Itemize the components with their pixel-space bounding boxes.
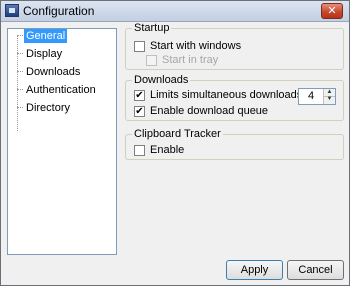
settings-tree: General Display Downloads Authentication… [7, 28, 117, 255]
tree-item-display[interactable]: Display [24, 47, 64, 61]
tree-connector [17, 71, 23, 72]
clipboard-tracker-group-title: Clipboard Tracker [132, 128, 223, 140]
tree-connector [17, 35, 23, 36]
cancel-button[interactable]: Cancel [287, 260, 344, 280]
clipboard-enable-label[interactable]: Enable [150, 144, 184, 156]
tree-connector [17, 35, 18, 131]
spinner-buttons: ▲ ▼ [323, 89, 335, 104]
download-queue-label[interactable]: Enable download queue [150, 105, 268, 117]
spinner-value[interactable]: 4 [308, 90, 314, 102]
apply-button[interactable]: Apply [226, 260, 283, 280]
close-button[interactable]: ✕ [321, 3, 343, 19]
clipboard-enable-checkbox[interactable] [134, 145, 145, 156]
start-in-tray-label: Start in tray [162, 54, 219, 66]
start-with-windows-label[interactable]: Start with windows [150, 40, 241, 52]
clipboard-tracker-group: Clipboard Tracker Enable [125, 128, 344, 160]
tree-item-downloads[interactable]: Downloads [24, 65, 82, 79]
tree-item-general[interactable]: General [24, 29, 68, 43]
tree-connector [17, 53, 23, 54]
simultaneous-downloads-spinner[interactable]: 4 ▲ ▼ [298, 88, 336, 105]
title-bar[interactable]: Configuration ✕ [1, 1, 349, 22]
configuration-window: Configuration ✕ General Display Download… [0, 0, 350, 286]
tree-connector [17, 89, 23, 90]
start-in-tray-checkbox [146, 55, 157, 66]
startup-group-title: Startup [132, 22, 172, 34]
start-with-windows-checkbox[interactable] [134, 41, 145, 52]
download-queue-checkbox[interactable]: ✔ [134, 106, 145, 117]
downloads-group-title: Downloads [132, 74, 191, 86]
limit-downloads-checkbox[interactable]: ✔ [134, 90, 145, 101]
window-title: Configuration [23, 4, 95, 18]
tree-connector [17, 107, 23, 108]
app-icon [5, 4, 19, 17]
startup-group: Startup Start with windows Start in tray [125, 22, 344, 70]
spinner-down-arrow-icon[interactable]: ▼ [324, 96, 335, 103]
tree-item-directory[interactable]: Directory [24, 101, 72, 115]
tree-item-authentication[interactable]: Authentication [24, 83, 98, 97]
limit-downloads-label[interactable]: Limits simultaneous downloads [150, 89, 302, 101]
downloads-group: Downloads ✔ Limits simultaneous download… [125, 74, 344, 121]
